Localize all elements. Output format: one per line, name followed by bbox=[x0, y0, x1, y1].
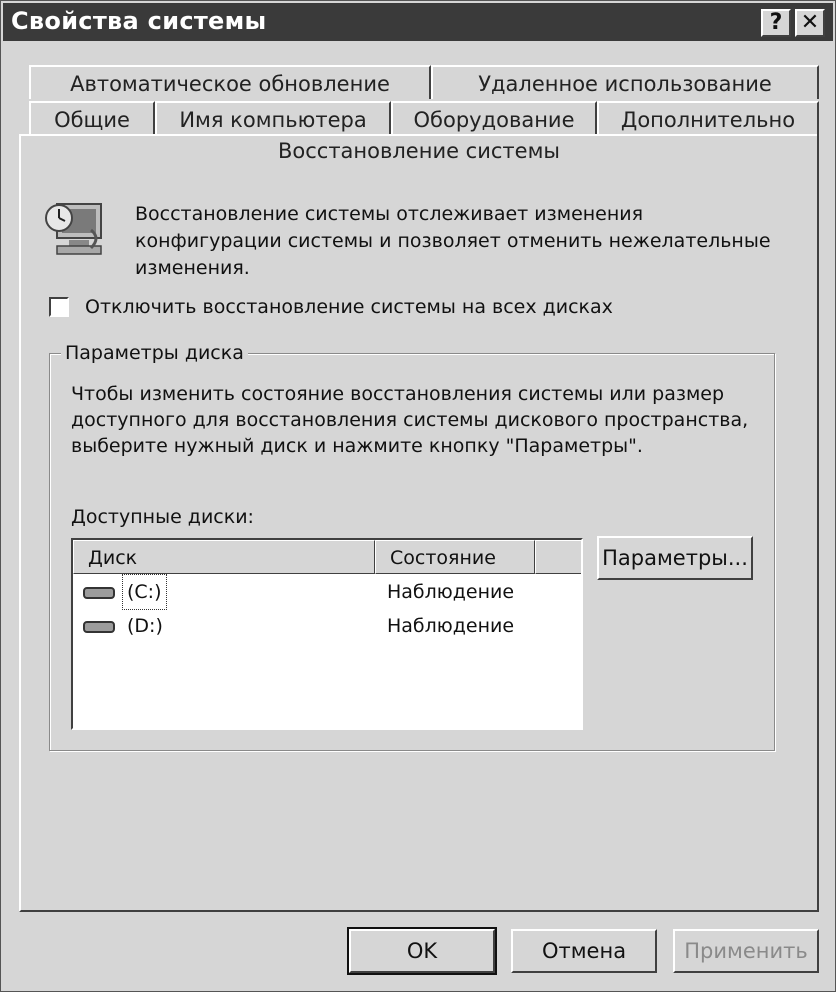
column-header-empty bbox=[535, 540, 581, 574]
system-properties-window: Свойства системы ? ✕ Автоматическое обно… bbox=[0, 0, 836, 992]
description-text: Восстановление системы отслеживает измен… bbox=[135, 203, 771, 279]
tab-automatic-updates[interactable]: Автоматическое обновление bbox=[29, 65, 431, 99]
disable-restore-checkbox[interactable] bbox=[49, 297, 69, 317]
ok-button[interactable]: OK bbox=[347, 927, 497, 975]
title-bar[interactable]: Свойства системы ? ✕ bbox=[3, 3, 833, 41]
tab-advanced[interactable]: Дополнительно bbox=[597, 101, 819, 135]
disk-state: Наблюдение bbox=[387, 615, 515, 637]
column-header-disk[interactable]: Диск bbox=[73, 540, 375, 574]
cancel-button[interactable]: Отмена bbox=[511, 929, 657, 973]
tab-computer-name[interactable]: Имя компьютера bbox=[155, 101, 391, 135]
close-icon: ✕ bbox=[800, 10, 820, 35]
settings-button[interactable]: Параметры... bbox=[597, 536, 753, 580]
tab-system-restore[interactable]: Восстановление системы bbox=[19, 134, 819, 172]
close-button[interactable]: ✕ bbox=[795, 9, 825, 37]
system-restore-icon bbox=[45, 203, 102, 255]
tab-hardware[interactable]: Оборудование bbox=[391, 101, 597, 135]
disk-settings-instructions: Чтобы изменить состояние восстановления … bbox=[71, 383, 749, 457]
tab-general[interactable]: Общие bbox=[29, 101, 155, 135]
disable-restore-checkbox-row[interactable]: Отключить восстановление системы на всех… bbox=[49, 296, 613, 318]
list-item[interactable]: (C:) Наблюдение bbox=[73, 574, 581, 610]
available-disks-label: Доступные диски: bbox=[71, 506, 254, 528]
column-header-state[interactable]: Состояние bbox=[375, 540, 535, 574]
help-button[interactable]: ? bbox=[761, 9, 791, 37]
help-icon: ? bbox=[769, 10, 783, 35]
window-title: Свойства системы bbox=[11, 7, 267, 35]
hard-drive-icon bbox=[83, 621, 115, 633]
disk-list[interactable]: Диск Состояние (C:) Наблюдение (D:) Набл… bbox=[71, 538, 583, 730]
disk-name: (C:) bbox=[122, 574, 167, 610]
disable-restore-label[interactable]: Отключить восстановление системы на всех… bbox=[85, 296, 613, 318]
apply-button: Применить bbox=[673, 929, 819, 973]
disk-settings-group-title: Параметры диска bbox=[61, 342, 248, 364]
disk-state: Наблюдение bbox=[387, 581, 515, 603]
list-item[interactable]: (D:) Наблюдение bbox=[73, 609, 581, 643]
hard-drive-icon bbox=[83, 587, 115, 599]
tab-remote[interactable]: Удаленное использование bbox=[431, 65, 819, 99]
disk-name: (D:) bbox=[127, 615, 163, 637]
